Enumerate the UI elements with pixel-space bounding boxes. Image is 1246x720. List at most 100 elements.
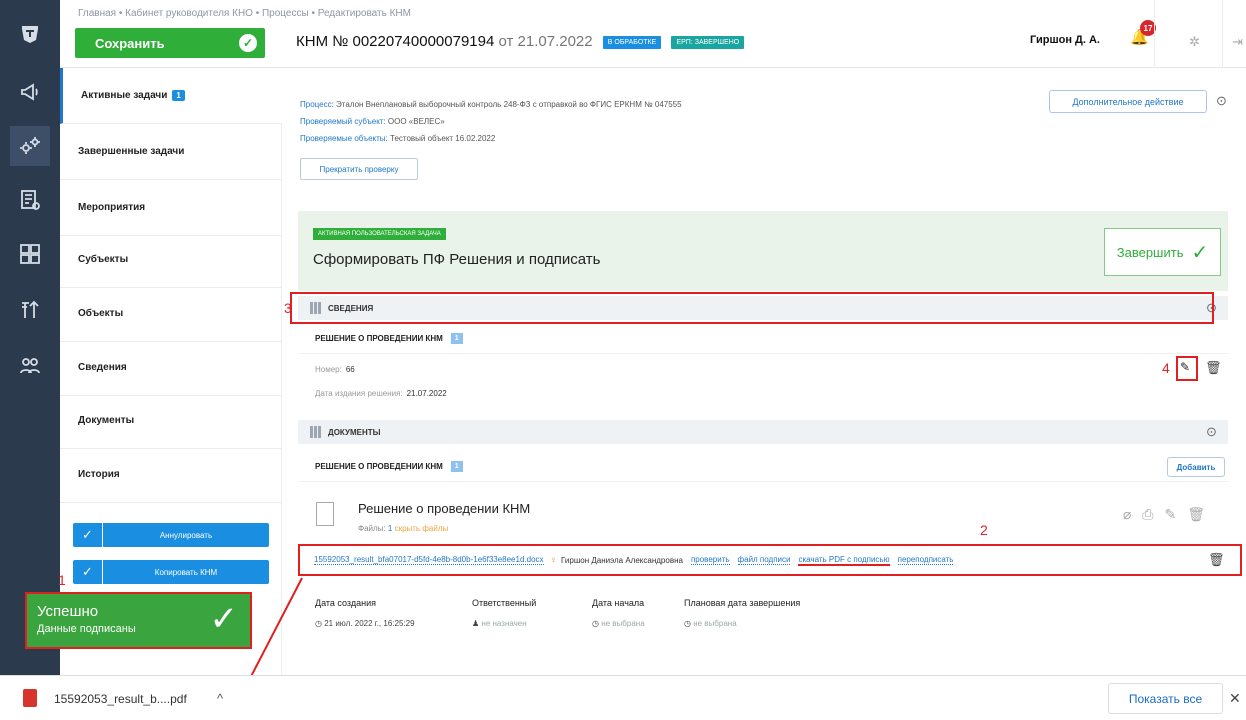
files-count[interactable]: 1 [388, 524, 392, 533]
process-key: Процесс: [300, 100, 334, 109]
start-label: Дата начала [592, 598, 645, 608]
planned-end-value-text: не выбрана [693, 619, 737, 628]
trash-icon[interactable]: 🗑 [1187, 506, 1216, 522]
app-window: Главная • Кабинет руководителя КНО • Про… [0, 0, 1246, 720]
finish-button[interactable]: Завершить ✓ [1104, 228, 1221, 276]
files-label: Файлы: [358, 524, 386, 533]
objects-key: Проверяемые объекты: [300, 134, 388, 143]
gears-icon[interactable] [10, 126, 50, 166]
start-value[interactable]: ◷ не выбрана [592, 619, 645, 628]
documents-subheader: РЕШЕНИЕ О ПРОВЕДЕНИИ КНМ 1 Добавить [298, 452, 1228, 482]
users-icon[interactable] [10, 346, 50, 386]
divider [1154, 0, 1155, 68]
logo-icon[interactable] [10, 14, 50, 54]
breadcrumb[interactable]: Главная • Кабинет руководителя КНО • Про… [78, 8, 411, 19]
extra-action-button[interactable]: Дополнительное действие [1049, 90, 1207, 113]
chevron-down-icon[interactable]: ⊙ [1216, 93, 1227, 109]
page-title: КНМ № 00220740000079194 от 21.07.2022 В … [296, 33, 745, 50]
check-icon: ✓ [239, 34, 257, 52]
copy-knm-button-label: Копировать КНМ [154, 567, 218, 577]
edit-icon[interactable]: ✎ [1180, 360, 1190, 374]
logout-icon[interactable]: ⇥ [1232, 34, 1243, 50]
sidebar-item-completed-tasks[interactable]: Завершенные задачи [60, 124, 282, 180]
document-files: Файлы: 1 скрыть файлы [358, 524, 448, 533]
save-button-label: Сохранить [95, 35, 165, 51]
annotation-marker-3: 3 [284, 300, 292, 316]
close-icon[interactable]: ✕ [1229, 690, 1241, 707]
copy-knm-button[interactable]: ✓ Копировать КНМ [73, 560, 269, 584]
add-button[interactable]: Добавить [1167, 457, 1225, 477]
sidebar-item-history[interactable]: История [60, 447, 282, 503]
sidebar: Активные задачи 1 Завершенные задачи Мер… [60, 68, 282, 675]
sidebar-item-label: Субъекты [78, 254, 129, 265]
planned-end-value[interactable]: ◷ не выбрана [684, 619, 737, 628]
created-value: ◷ 21 июл. 2022 г., 16:25:29 [315, 619, 415, 628]
decision-date-field: Дата издания решения: 21.07.2022 [315, 389, 447, 398]
sidebar-item-subjects[interactable]: Субъекты [60, 232, 282, 288]
decision-date-value: 21.07.2022 [406, 389, 447, 398]
main-content: Процесс: Эталон Внеплановый выборочный к… [282, 68, 1246, 675]
sidebar-item-active-tasks[interactable]: Активные задачи 1 [60, 68, 282, 124]
user-name[interactable]: Гиршон Д. А. [1030, 34, 1100, 46]
divider [1222, 0, 1223, 68]
check-icon: ✓ [73, 560, 103, 584]
chevron-down-icon[interactable]: ⊙ [1206, 424, 1217, 440]
documents-subheader-label: РЕШЕНИЕ О ПРОВЕДЕНИИ КНМ [315, 462, 443, 471]
bell-icon[interactable]: 🔔 17 [1130, 20, 1156, 50]
responsible-value-text: не назначен [481, 619, 527, 628]
chevron-up-icon[interactable]: ^ [217, 691, 223, 706]
sidebar-item-label: Мероприятия [78, 202, 146, 213]
sidebar-item-label: Объекты [78, 308, 124, 319]
trash-icon[interactable]: 🗑 [1205, 360, 1222, 376]
sidebar-item-label: Сведения [78, 362, 127, 373]
success-toast[interactable]: Успешно Данные подписаны ✓ [25, 592, 252, 649]
edit-icon[interactable]: ✎ [1164, 506, 1187, 522]
task-badge: АКТИВНАЯ ПОЛЬЗОВАТЕЛЬСКАЯ ЗАДАЧА [313, 228, 446, 240]
hide-files-link[interactable]: скрыть файлы [395, 524, 449, 533]
created-label: Дата создания [315, 598, 376, 608]
save-button[interactable]: Сохранить ✓ [75, 28, 265, 58]
attach-icon[interactable]: ⌀ [1123, 506, 1142, 522]
clock-icon: ◷ [684, 619, 691, 628]
pdf-file-icon [23, 689, 37, 707]
sidebar-item-label: Документы [78, 415, 135, 426]
decision-subheader-label: РЕШЕНИЕ О ПРОВЕДЕНИИ КНМ [315, 334, 443, 343]
responsible-label: Ответственный [472, 598, 537, 608]
sidebar-item-label: История [78, 469, 120, 480]
sidebar-item-documents[interactable]: Документы [60, 393, 282, 449]
section-documents-header[interactable]: ДОКУМЕНТЫ [298, 420, 1228, 444]
icon-rail [0, 0, 60, 675]
subject-key: Проверяемый субъект: [300, 117, 386, 126]
annul-button[interactable]: ✓ Аннулировать [73, 523, 269, 547]
print-icon[interactable]: ⎙ [1142, 506, 1164, 522]
sidebar-item-objects[interactable]: Объекты [60, 286, 282, 342]
show-all-button[interactable]: Показать все [1108, 683, 1223, 714]
download-file-name[interactable]: 15592053_result_b....pdf [54, 692, 187, 706]
number-label: Номер: [315, 365, 342, 374]
task-title: Сформировать ПФ Решения и подписать [313, 251, 601, 268]
sidebar-item-info[interactable]: Сведения [60, 340, 282, 396]
clock-icon: ◷ [315, 619, 322, 628]
trash-icon[interactable]: 🗑 [1208, 552, 1225, 568]
responsible-value[interactable]: ♟ не назначен [472, 619, 527, 628]
title-date: от 21.07.2022 [498, 33, 593, 50]
report-icon[interactable] [10, 180, 50, 220]
dashboard-icon[interactable] [10, 234, 50, 274]
annotation-marker-2: 2 [980, 522, 988, 538]
settings-icon[interactable]: ✲ [1189, 34, 1200, 50]
highlight-box-3 [290, 292, 1214, 324]
decision-subheader: РЕШЕНИЕ О ПРОВЕДЕНИИ КНМ 1 [298, 324, 1228, 354]
sort-icon[interactable] [10, 290, 50, 330]
number-value: 66 [345, 365, 355, 374]
status-badge: В ОБРАБОТКЕ [602, 35, 662, 49]
process-value: Эталон Внеплановый выборочный контроль 2… [336, 100, 682, 109]
planned-end-label: Плановая дата завершения [684, 598, 801, 608]
document-title: Решение о проведении КНМ [358, 501, 531, 516]
clock-icon: ◷ [592, 619, 599, 628]
annotation-marker-1: 1 [58, 572, 66, 588]
sidebar-item-label: Активные задачи [81, 90, 168, 101]
stop-check-button[interactable]: Прекратить проверку [300, 158, 418, 180]
active-tasks-count: 1 [172, 90, 185, 101]
megaphone-icon[interactable] [10, 72, 50, 112]
sidebar-item-events[interactable]: Мероприятия [60, 180, 282, 236]
